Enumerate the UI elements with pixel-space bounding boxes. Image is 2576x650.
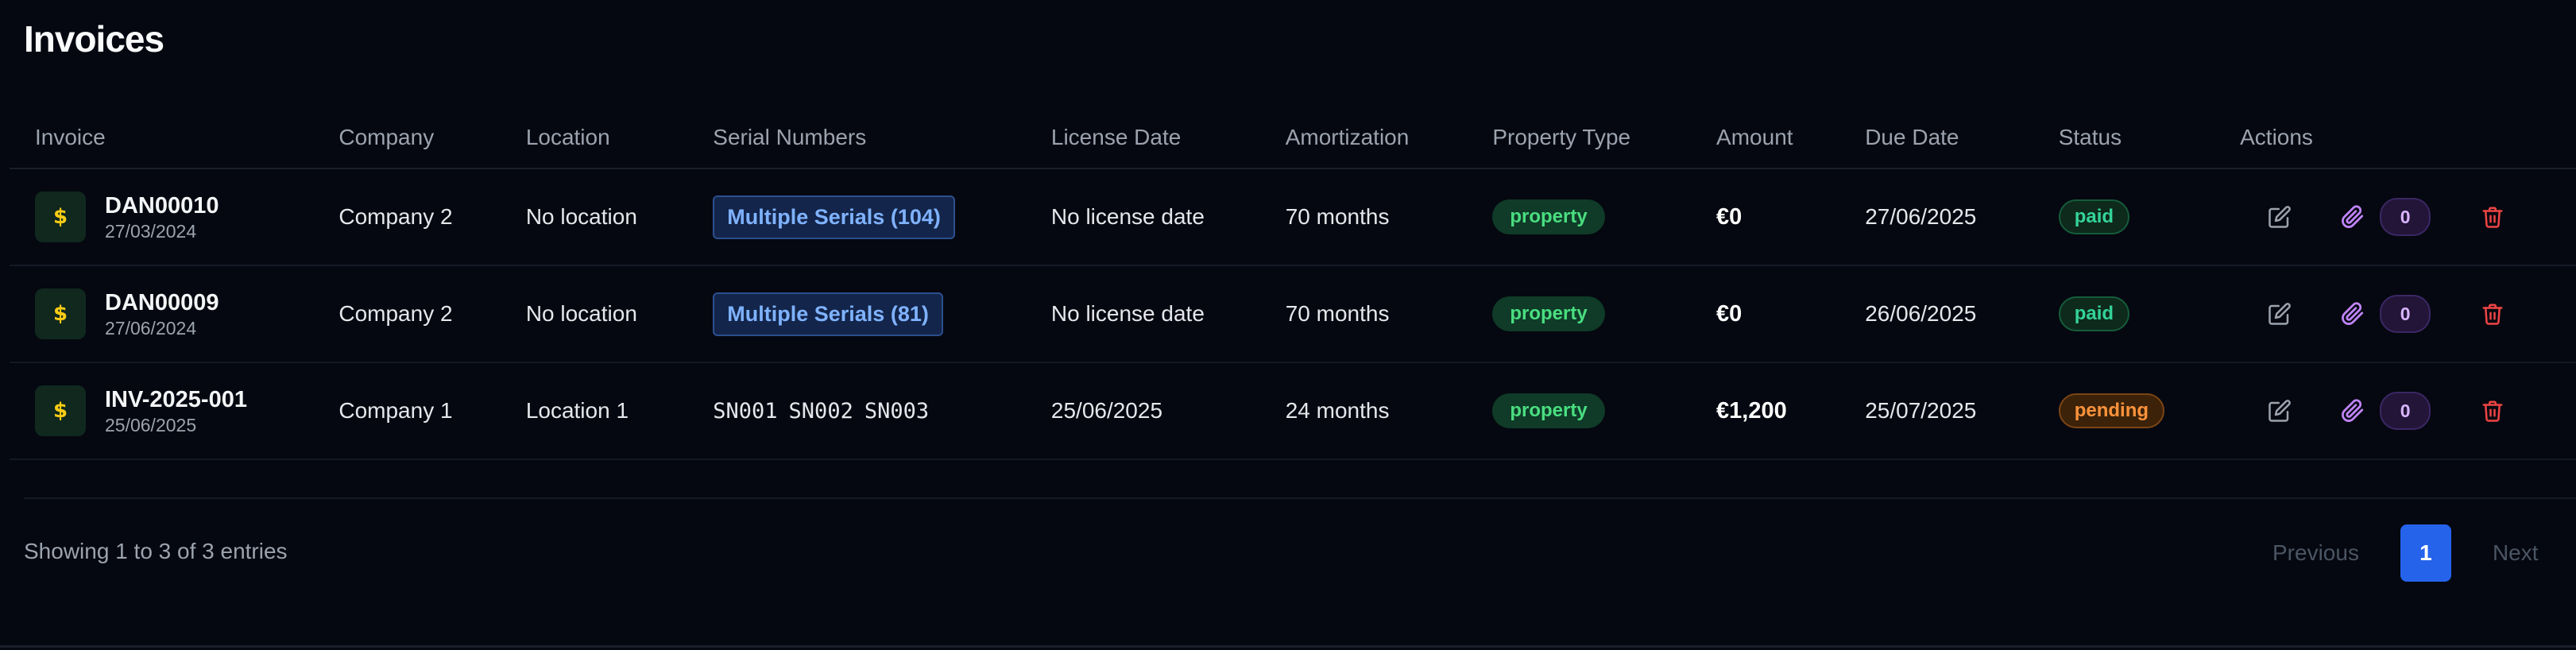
column-header-location[interactable]: Location xyxy=(500,107,688,169)
trash-icon[interactable] xyxy=(2474,392,2512,430)
next-page-button[interactable]: Next xyxy=(2493,540,2539,566)
amortization-cell: 24 months xyxy=(1259,362,1468,460)
invoice-date: 25/06/2025 xyxy=(105,415,197,435)
multiple-serials-button[interactable]: Multiple Serials (104) xyxy=(713,195,955,239)
license-date-cell: No license date xyxy=(1025,168,1260,266)
license-date-cell: No license date xyxy=(1025,265,1260,363)
page-1-button[interactable]: 1 xyxy=(2400,524,2451,582)
due-date-cell: 26/06/2025 xyxy=(1839,265,2033,363)
attachment-count-badge: 0 xyxy=(2380,392,2431,430)
invoice-cell: $ DAN00009 27/06/2024 xyxy=(10,265,314,363)
amount-cell: €1,200 xyxy=(1691,362,1840,460)
money-bag-icon: $ xyxy=(35,192,86,242)
actions-cell: 0 xyxy=(2214,168,2576,266)
entries-summary: Showing 1 to 3 of 3 entries xyxy=(24,539,288,563)
column-header-serial-numbers[interactable]: Serial Numbers xyxy=(687,107,1026,169)
property-type-badge: property xyxy=(1492,296,1605,331)
column-header-actions: Actions xyxy=(2214,107,2576,169)
paperclip-icon[interactable] xyxy=(2334,392,2372,430)
invoices-page: Invoices Invoice Company Location Serial… xyxy=(0,0,2576,650)
invoice-number[interactable]: INV-2025-001 xyxy=(105,385,247,414)
invoice-number[interactable]: DAN00010 xyxy=(105,192,219,220)
property-type-cell: property xyxy=(1467,362,1692,460)
serial-numbers-cell: Multiple Serials (81) xyxy=(687,265,1026,363)
column-header-license-date[interactable]: License Date xyxy=(1025,107,1260,169)
status-cell: paid xyxy=(2033,265,2215,363)
multiple-serials-button[interactable]: Multiple Serials (81) xyxy=(713,292,943,336)
column-header-amortization[interactable]: Amortization xyxy=(1259,107,1468,169)
due-date-cell: 27/06/2025 xyxy=(1839,168,2033,266)
money-bag-icon: $ xyxy=(35,385,86,436)
column-header-property-type[interactable]: Property Type xyxy=(1467,107,1692,169)
bottom-divider xyxy=(0,645,2576,648)
amortization-cell: 70 months xyxy=(1259,168,1468,266)
status-cell: pending xyxy=(2033,362,2215,460)
table-row[interactable]: $ DAN00009 27/06/2024 Company 2 No locat… xyxy=(10,265,2576,363)
invoice-date: 27/03/2024 xyxy=(105,221,197,242)
invoice-number[interactable]: DAN00009 xyxy=(105,288,219,317)
column-header-invoice[interactable]: Invoice xyxy=(10,107,314,169)
table-header-row: Invoice Company Location Serial Numbers … xyxy=(10,107,2576,169)
invoice-cell: $ INV-2025-001 25/06/2025 xyxy=(10,362,314,460)
property-type-badge: property xyxy=(1492,393,1605,428)
company-cell: Company 2 xyxy=(313,265,501,363)
attachment-count-badge: 0 xyxy=(2380,198,2431,236)
serial-number: SN003 xyxy=(864,399,930,424)
location-cell: No location xyxy=(500,265,688,363)
amortization-cell: 70 months xyxy=(1259,265,1468,363)
trash-icon[interactable] xyxy=(2474,295,2512,333)
edit-icon[interactable] xyxy=(2261,392,2299,430)
money-bag-icon: $ xyxy=(35,288,86,339)
actions-cell: 0 xyxy=(2214,265,2576,363)
actions-cell: 0 xyxy=(2214,362,2576,460)
edit-icon[interactable] xyxy=(2261,295,2299,333)
status-cell: paid xyxy=(2033,168,2215,266)
footer-divider xyxy=(24,497,2576,499)
column-header-amount[interactable]: Amount xyxy=(1691,107,1840,169)
amount-cell: €0 xyxy=(1691,265,1840,363)
invoices-table: Invoice Company Location Serial Numbers … xyxy=(10,107,2576,460)
property-type-cell: property xyxy=(1467,265,1692,363)
paperclip-icon[interactable] xyxy=(2334,198,2372,236)
trash-icon[interactable] xyxy=(2474,198,2512,236)
previous-page-button[interactable]: Previous xyxy=(2272,540,2359,566)
status-badge: pending xyxy=(2058,393,2165,428)
location-cell: No location xyxy=(500,168,688,266)
invoice-cell: $ DAN00010 27/03/2024 xyxy=(10,168,314,266)
column-header-status[interactable]: Status xyxy=(2033,107,2215,169)
status-badge: paid xyxy=(2058,296,2130,331)
table-row[interactable]: $ DAN00010 27/03/2024 Company 2 No locat… xyxy=(10,168,2576,266)
serial-number: SN002 xyxy=(788,399,853,424)
company-cell: Company 1 xyxy=(313,362,501,460)
pagination: Previous 1 Next xyxy=(2272,524,2539,582)
paperclip-icon[interactable] xyxy=(2334,295,2372,333)
invoice-date: 27/06/2024 xyxy=(105,318,197,339)
serial-numbers-cell: SN001 SN002 SN003 xyxy=(687,362,1026,460)
attachment-count-badge: 0 xyxy=(2380,295,2431,333)
edit-icon[interactable] xyxy=(2261,198,2299,236)
table-row[interactable]: $ INV-2025-001 25/06/2025 Company 1 Loca… xyxy=(10,362,2576,460)
due-date-cell: 25/07/2025 xyxy=(1839,362,2033,460)
amount-cell: €0 xyxy=(1691,168,1840,266)
serial-number: SN001 xyxy=(713,399,778,424)
serial-numbers-cell: Multiple Serials (104) xyxy=(687,168,1026,266)
company-cell: Company 2 xyxy=(313,168,501,266)
property-type-badge: property xyxy=(1492,199,1605,234)
page-title: Invoices xyxy=(24,18,164,60)
property-type-cell: property xyxy=(1467,168,1692,266)
license-date-cell: 25/06/2025 xyxy=(1025,362,1260,460)
location-cell: Location 1 xyxy=(500,362,688,460)
column-header-due-date[interactable]: Due Date xyxy=(1839,107,2033,169)
column-header-company[interactable]: Company xyxy=(313,107,501,169)
status-badge: paid xyxy=(2058,199,2130,234)
